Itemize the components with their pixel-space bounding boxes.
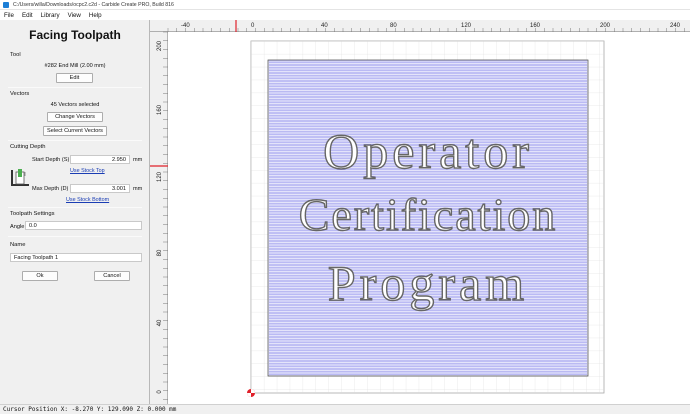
status-bar: Cursor Position X: -8.270 Y: 129.090 Z: … <box>0 404 690 414</box>
ok-button[interactable]: Ok <box>22 271 58 281</box>
vectors-section-label: Vectors <box>10 91 30 97</box>
design-text-line: Certification <box>299 189 557 240</box>
toolpath-name-field[interactable]: Facing Toolpath 1 <box>10 253 142 262</box>
origin-marker-icon <box>247 389 255 397</box>
menu-edit[interactable]: Edit <box>22 12 33 19</box>
left-ruler-label: 160 <box>157 104 163 115</box>
toolpath-settings-section-label: Toolpath Settings <box>10 211 55 217</box>
name-section-label: Name <box>10 242 26 248</box>
menu-library[interactable]: Library <box>41 12 60 19</box>
top-ruler-label: 80 <box>390 23 397 29</box>
top-ruler-label: 40 <box>321 23 328 29</box>
window-title: C:/Users/willa/Downloads/ocpc2.c2d - Car… <box>13 1 174 8</box>
use-stock-bottom-link[interactable]: Use Stock Bottom <box>66 197 109 203</box>
window-titlebar: C:/Users/willa/Downloads/ocpc2.c2d - Car… <box>0 0 690 10</box>
design-text-line: Operator <box>323 123 533 179</box>
design-canvas[interactable]: -40 0 40 80 120 160 200 240 200 160 120 … <box>150 20 690 404</box>
left-ruler-label: 40 <box>157 319 163 326</box>
max-depth-field[interactable]: 3.001 <box>70 184 130 193</box>
vectors-count: 45 Vectors selected <box>50 102 100 108</box>
max-depth-label: Max Depth (D) <box>32 186 69 192</box>
design-text-line: Program <box>328 255 528 311</box>
design-text-group: Operator Certification Program <box>298 122 557 311</box>
left-ruler <box>150 32 168 404</box>
max-depth-unit: mm <box>133 186 143 192</box>
tool-section-label: Tool <box>10 52 21 58</box>
divider <box>8 140 142 141</box>
tool-name: #282 End Mill (2.00 mm) <box>44 63 106 69</box>
left-ruler-label: 120 <box>157 171 163 182</box>
change-vectors-button[interactable]: Change Vectors <box>47 112 103 122</box>
cutting-depth-section-label: Cutting Depth <box>10 144 46 150</box>
angle-field[interactable]: 0.0 <box>25 221 142 230</box>
divider <box>8 207 142 208</box>
edit-tool-button[interactable]: Edit <box>56 73 93 83</box>
top-ruler-label: 240 <box>670 23 681 29</box>
top-ruler-label: 120 <box>461 23 472 29</box>
left-ruler-label: 80 <box>157 249 163 256</box>
divider <box>8 236 142 237</box>
start-depth-unit: mm <box>133 157 143 163</box>
menu-view[interactable]: View <box>68 12 81 19</box>
menu-bar: File Edit Library View Help <box>0 10 690 20</box>
app-icon <box>3 1 9 8</box>
top-ruler-label: -40 <box>181 23 190 29</box>
depth-diagram-icon <box>11 169 29 186</box>
canvas-svg: -40 0 40 80 120 160 200 240 200 160 120 … <box>150 20 690 404</box>
use-stock-top-link[interactable]: Use Stock Top <box>70 168 105 174</box>
divider <box>8 87 142 88</box>
top-ruler-label: 160 <box>530 23 541 29</box>
cancel-button[interactable]: Cancel <box>94 271 130 281</box>
cursor-position-readout: Cursor Position X: -8.270 Y: 129.090 Z: … <box>3 406 177 413</box>
toolpath-panel: Facing Toolpath Tool #282 End Mill (2.00… <box>0 20 150 404</box>
angle-label: Angle <box>10 224 25 230</box>
start-depth-label: Start Depth (S) <box>32 157 70 163</box>
menu-help[interactable]: Help <box>89 12 102 19</box>
menu-file[interactable]: File <box>4 12 14 19</box>
panel-title: Facing Toolpath <box>29 28 121 42</box>
top-ruler-label: 200 <box>600 23 611 29</box>
start-depth-field[interactable]: 2.950 <box>70 155 130 164</box>
left-ruler-label: 200 <box>157 40 163 51</box>
select-current-vectors-button[interactable]: Select Current Vectors <box>43 126 107 136</box>
